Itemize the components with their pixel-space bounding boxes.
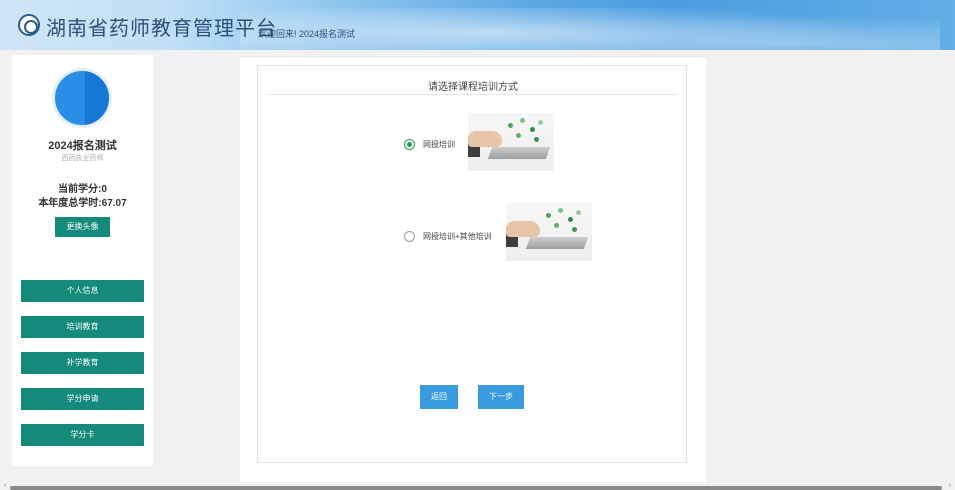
scroll-left-arrow-icon[interactable]: ‹ <box>1 482 9 490</box>
dot-shape <box>530 127 535 132</box>
dot-shape <box>568 217 573 222</box>
radio-checked-icon[interactable] <box>404 138 415 150</box>
option-label: 网授培训+其他培训 <box>423 231 492 241</box>
current-credit: 当前学分:0 <box>58 184 107 195</box>
user-name: 2024报名测试 <box>48 140 117 152</box>
dot-shape <box>576 210 581 215</box>
laptop-icon <box>525 237 589 249</box>
main-panel: 请选择课程培训方式 网授培训 网授培训+其他培训 返回 下一步 <box>240 58 706 490</box>
radio-unchecked-icon[interactable] <box>404 230 415 242</box>
dot-shape <box>534 137 539 142</box>
site-title: 湖南省药师教育管理平台 <box>46 18 277 40</box>
dot-shape <box>516 133 521 138</box>
back-button[interactable]: 返回 <box>420 385 458 409</box>
scrollbar-thumb[interactable] <box>10 486 942 490</box>
nav-makeup-education-button[interactable]: 补学教育 <box>21 352 144 374</box>
nav-credit-card-button[interactable]: 学分卡 <box>21 424 144 446</box>
dot-shape <box>520 118 525 123</box>
user-role: 西药执业药师 <box>61 155 104 162</box>
nav-credit-application-button[interactable]: 学分申请 <box>21 388 144 410</box>
title-divider <box>268 94 678 95</box>
hand-icon <box>506 221 540 237</box>
site-logo-icon <box>18 14 40 36</box>
header-banner: 湖南省药师教育管理平台 欢迎回来! 2024报名测试 <box>0 0 955 50</box>
option-online-training[interactable]: 网授培训 <box>404 134 455 154</box>
scroll-right-arrow-icon[interactable]: › <box>946 482 954 490</box>
nav-training-button[interactable]: 培训教育 <box>21 316 144 338</box>
online-plus-other-illustration <box>506 203 592 261</box>
nav-personal-info-button[interactable]: 个人信息 <box>21 280 144 302</box>
option-online-plus-other-training[interactable]: 网授培训+其他培训 <box>404 226 492 246</box>
dot-shape <box>572 227 577 232</box>
change-avatar-button[interactable]: 更换头像 <box>55 217 110 237</box>
course-mode-card: 请选择课程培训方式 网授培训 网授培训+其他培训 返回 下一步 <box>257 65 687 463</box>
user-sidebar: 2024报名测试 西药执业药师 当前学分:0 本年度总学时:67.07 更换头像… <box>12 55 153 466</box>
dot-shape <box>538 120 543 125</box>
page-title: 请选择课程培训方式 <box>428 82 518 93</box>
laptop-icon <box>487 147 551 159</box>
next-step-button[interactable]: 下一步 <box>478 385 524 409</box>
welcome-text: 欢迎回来! 2024报名测试 <box>258 29 356 39</box>
dot-shape <box>546 213 551 218</box>
option-label: 网授培训 <box>423 139 455 149</box>
avatar <box>52 68 112 128</box>
annual-hours: 本年度总学时:67.07 <box>38 198 127 209</box>
dot-shape <box>558 208 563 213</box>
online-training-illustration <box>468 113 554 171</box>
hand-icon <box>468 131 502 147</box>
dot-shape <box>554 223 559 228</box>
horizontal-scrollbar[interactable]: ‹ › <box>0 482 955 490</box>
dot-shape <box>508 123 513 128</box>
